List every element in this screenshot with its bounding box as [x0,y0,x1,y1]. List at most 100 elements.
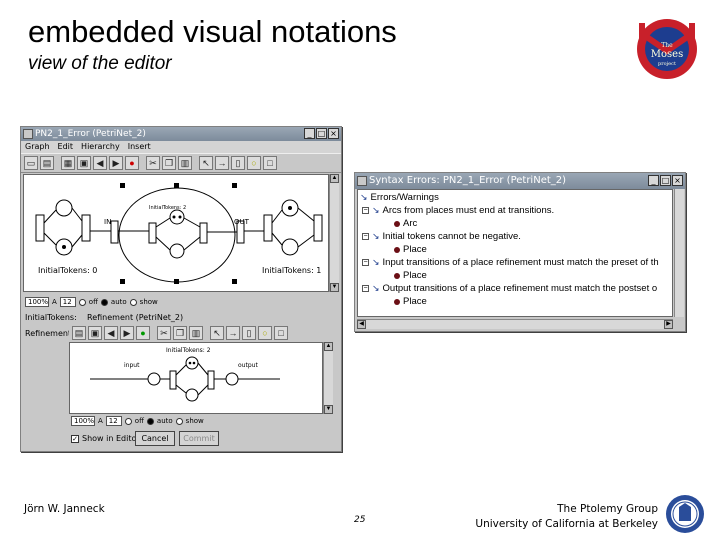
syntax-scroll-left-arrow[interactable]: ◀ [357,320,366,329]
cut-icon[interactable]: ✂ [146,156,160,170]
logo-text-moses: Moses [651,49,683,60]
tree-error-item[interactable]: − ↘ Output transitions of a place refine… [362,283,657,294]
scroll-down-arrow[interactable]: ▼ [330,283,339,292]
error-arrow-icon: ↘ [372,257,380,267]
close-button[interactable]: × [328,128,339,139]
ref-radio-auto[interactable] [146,417,154,425]
ref-cut-icon[interactable]: ✂ [157,326,171,340]
syntax-horizontal-scrollbar[interactable]: ◀ ▶ [357,319,673,329]
ref-transition-icon[interactable]: ▯ [242,326,256,340]
ref-paste-icon[interactable]: ▥ [189,326,203,340]
ref-radio-off[interactable] [124,417,132,425]
syntax-scroll-right-arrow[interactable]: ▶ [664,320,673,329]
editor-window: PN2_1_Error (PetriNet_2) _ □ × Graph Edi… [20,126,342,452]
ref-place-icon[interactable]: ○ [258,326,272,340]
layout-icon[interactable]: ▣ [77,156,91,170]
in-label: IN [104,218,111,226]
syntax-errors-window: Syntax Errors: PN2_1_Error (PetriNet_2) … [354,172,686,332]
show-in-editor-checkbox[interactable]: ✓ [71,434,79,443]
collapse-toggle-icon[interactable]: − [362,233,369,240]
tree-error-item[interactable]: − ↘ Initial tokens cannot be negative. [362,231,521,242]
university-name: University of California at Berkeley [475,518,658,530]
error-tree[interactable]: ↘ Errors/Warnings − ↘ Arcs from places m… [357,189,673,317]
tree-error-child[interactable]: Place [394,296,427,307]
tree-error-child[interactable]: Place [394,244,427,255]
scroll-up-arrow[interactable]: ▲ [330,174,339,183]
ref-radio-show[interactable] [175,417,183,425]
collapse-toggle-icon[interactable]: − [362,285,369,292]
print-icon[interactable]: ▦ [61,156,75,170]
paste-icon[interactable]: ▥ [178,156,192,170]
ref-go-icon[interactable]: ● [136,326,150,340]
collapse-toggle-icon[interactable]: − [362,259,369,266]
rectangle-tool-icon[interactable]: □ [263,156,277,170]
menu-hierarchy[interactable]: Hierarchy [81,141,120,153]
select-tool-icon[interactable]: ↖ [199,156,213,170]
group-name: The Ptolemy Group [557,503,658,515]
menu-insert[interactable]: Insert [128,141,151,153]
syntax-close-button[interactable]: × [672,175,683,186]
slide-title: embedded visual notations [28,14,397,49]
transition-tool-icon[interactable]: ▯ [231,156,245,170]
error-message: Arcs from places must end at transitions… [382,205,555,216]
refinement-vertical-scrollbar[interactable]: ▲ ▼ [323,342,333,414]
element-dot-icon [394,298,400,305]
collapse-toggle-icon[interactable]: − [362,207,369,214]
save-icon[interactable]: ▤ [40,156,54,170]
editor-titlebar[interactable]: PN2_1_Error (PetriNet_2) _ □ × [21,127,341,141]
ref-radio-show-label: show [185,417,204,425]
syntax-maximize-button[interactable]: □ [660,175,671,186]
font-size-select[interactable]: 12 [59,297,76,307]
zoom-select[interactable]: 100% [25,297,49,307]
tree-error-child[interactable]: Arc [394,218,417,229]
ref-rectangle-icon[interactable]: □ [274,326,288,340]
refinement-canvas[interactable]: InitialTokens: 2 input output [69,342,323,414]
radio-show[interactable] [129,298,137,306]
page-number: 25 [354,515,366,525]
ref-copy-icon[interactable]: ❐ [173,326,187,340]
right-initial-tokens: InitialTokens: 1 [262,266,321,275]
maximize-button[interactable]: □ [316,128,327,139]
menu-graph[interactable]: Graph [25,141,50,153]
out-label: OUT [234,218,250,226]
ref-redo-icon[interactable]: ▶ [120,326,134,340]
copy-icon[interactable]: ❐ [162,156,176,170]
syntax-minimize-button[interactable]: _ [648,175,659,186]
ref-font-size-select[interactable]: 12 [105,416,122,426]
editor-vertical-scrollbar[interactable]: ▲ ▼ [329,174,339,292]
refinement-diagram: InitialTokens: 2 input output [90,347,280,402]
syntax-vertical-scrollbar[interactable] [674,189,684,317]
radio-auto[interactable] [100,298,108,306]
syntax-titlebar[interactable]: Syntax Errors: PN2_1_Error (PetriNet_2) … [355,173,685,189]
tree-error-item[interactable]: − ↘ Input transitions of a place refinem… [362,257,659,268]
error-child-label: Place [403,296,427,307]
ref-zoom-select[interactable]: 100% [71,416,95,426]
warning-arrow-icon: ↘ [360,192,368,202]
ref-arc-icon[interactable]: → [226,326,240,340]
open-icon[interactable]: ▭ [24,156,38,170]
logo-text-the: The [661,42,673,49]
place-tool-icon[interactable]: ○ [247,156,261,170]
ref-scroll-down-arrow[interactable]: ▼ [324,405,333,414]
radio-off[interactable] [78,298,86,306]
cancel-button[interactable]: Cancel [135,431,175,446]
undo-icon[interactable]: ◀ [93,156,107,170]
petri-net-diagram: IN OUT InitialTokens: 2 InitialTokens: 0… [35,183,323,284]
tree-root[interactable]: ↘ Errors/Warnings [360,192,439,203]
petri-net-canvas[interactable]: IN OUT InitialTokens: 2 InitialTokens: 0… [23,174,329,292]
menu-edit[interactable]: Edit [58,141,74,153]
stop-icon[interactable]: ● [125,156,139,170]
redo-icon[interactable]: ▶ [109,156,123,170]
ref-undo-icon[interactable]: ◀ [104,326,118,340]
arc-tool-icon[interactable]: → [215,156,229,170]
tree-error-child[interactable]: Place [394,270,427,281]
ref-layout-icon[interactable]: ▣ [88,326,102,340]
ref-select-icon[interactable]: ↖ [210,326,224,340]
ref-scroll-up-arrow[interactable]: ▲ [324,342,333,351]
commit-button[interactable]: Commit [179,431,219,446]
ref-save-icon[interactable]: ▤ [72,326,86,340]
slide-subtitle: view of the editor [28,53,172,74]
minimize-button[interactable]: _ [304,128,315,139]
element-dot-icon [394,272,400,279]
tree-error-item[interactable]: − ↘ Arcs from places must end at transit… [362,205,554,216]
